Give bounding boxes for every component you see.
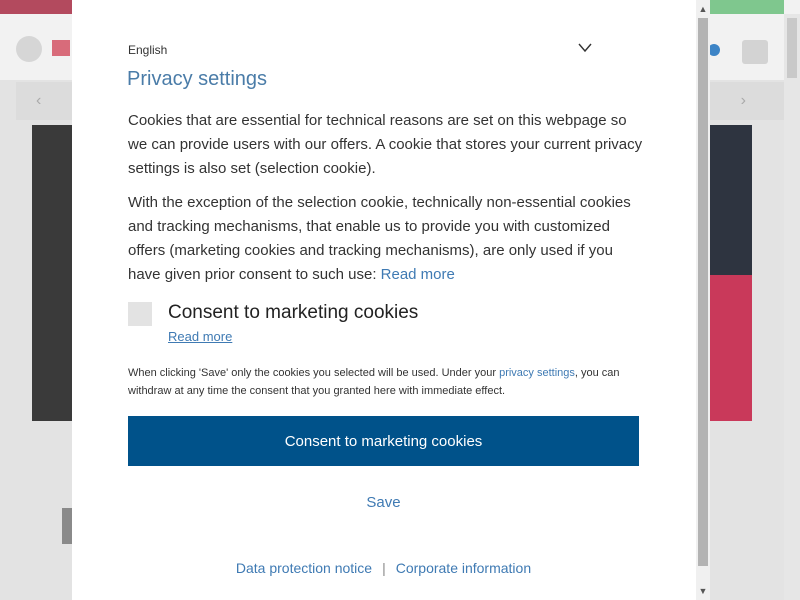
marketing-cookies-checkbox-label[interactable]: Consent to marketing cookies — [168, 302, 418, 324]
chevron-down-icon[interactable] — [578, 42, 592, 54]
dialog-scrollbar-thumb[interactable] — [698, 18, 708, 566]
background-hero-image-dark — [707, 125, 752, 275]
marketing-cookies-checkbox[interactable] — [128, 302, 152, 326]
dialog-footer: Data protection notice | Corporate informa… — [128, 560, 639, 580]
language-select[interactable]: English — [128, 43, 538, 57]
scroll-up-icon[interactable]: ▲ — [696, 2, 710, 16]
background-menu-icon — [742, 40, 768, 64]
save-button[interactable]: Save — [128, 494, 639, 516]
consent-button[interactable]: Consent to marketing cookies — [128, 416, 639, 466]
save-note: When clicking 'Save' only the cookies yo… — [128, 364, 648, 400]
corporate-information-link[interactable]: Corporate information — [396, 560, 531, 576]
essential-cookies-text: Cookies that are essential for technical… — [128, 112, 643, 177]
footer-separator: | — [382, 560, 386, 576]
background-avatar — [16, 36, 42, 62]
marketing-cookies-text-body: With the exception of the selection cook… — [128, 194, 631, 283]
read-more-link[interactable]: Read more — [381, 266, 455, 283]
checkbox-read-more-link[interactable]: Read more — [168, 329, 232, 344]
privacy-settings-link[interactable]: privacy settings — [499, 367, 575, 379]
privacy-settings-dialog: English Privacy settings Cookies that ar… — [72, 0, 696, 600]
save-note-text: When clicking 'Save' only the cookies yo… — [128, 367, 497, 379]
background-hero-image-pink — [707, 275, 752, 421]
background-scrollbar — [784, 14, 800, 600]
scroll-down-icon[interactable]: ▼ — [696, 584, 710, 598]
background-tab-accent — [0, 0, 72, 14]
language-selected-value: English — [128, 43, 168, 57]
dialog-title: Privacy settings — [127, 68, 268, 90]
marketing-cookies-text: With the exception of the selection cook… — [128, 191, 644, 287]
data-protection-link[interactable]: Data protection notice — [236, 560, 372, 576]
background-status-accent — [710, 0, 784, 14]
background-arrow-left-icon: ‹ — [36, 92, 42, 109]
background-logo — [52, 40, 70, 56]
background-arrow-right-icon: › — [740, 92, 746, 109]
